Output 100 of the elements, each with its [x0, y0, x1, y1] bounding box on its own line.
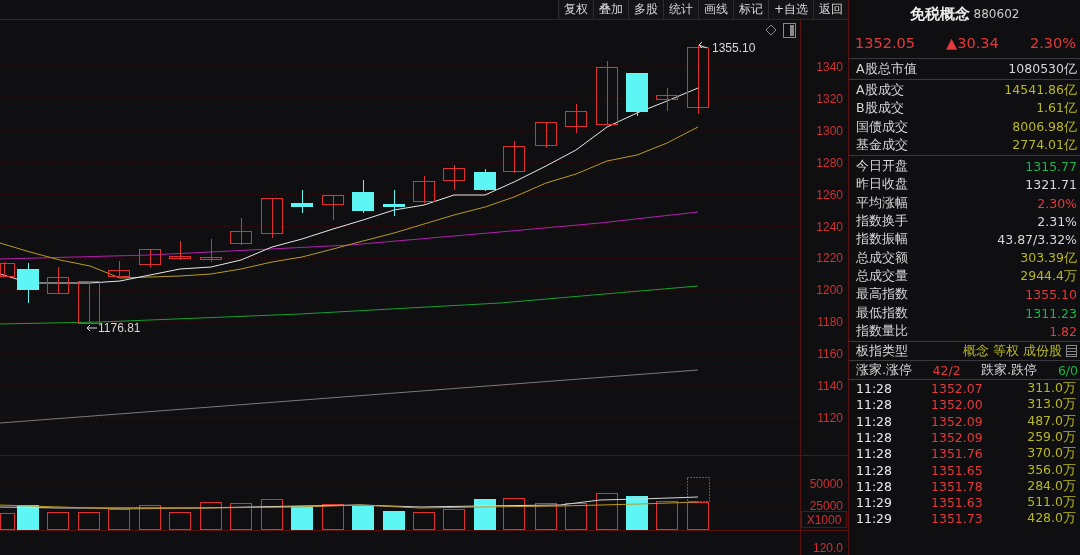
stat-label: 国债成交 — [856, 118, 908, 136]
stat-label: 板指类型 — [856, 342, 908, 360]
volume-bar — [626, 496, 648, 530]
price-axis-label: 1260 — [816, 187, 843, 202]
volume-bar — [108, 509, 130, 530]
toolbar-button[interactable]: 统计 — [662, 0, 698, 19]
board-tag: 概念 — [963, 342, 989, 360]
low-price-label: 1176.81 — [98, 321, 141, 335]
price-axis-label: 1300 — [816, 123, 843, 138]
tick-volume: 259.0万 — [1026, 429, 1076, 446]
price-axis-label: 1320 — [816, 91, 843, 106]
volume-bar — [139, 505, 161, 530]
tick-volume: 487.0万 — [1026, 412, 1076, 430]
stat-label: A股成交 — [856, 81, 904, 99]
stat-value: 1311.23 — [1025, 305, 1077, 321]
decliners-label: 跌家.跌停 — [981, 361, 1038, 379]
volume-bar — [47, 512, 69, 530]
stat-label: 平均涨幅 — [856, 194, 908, 212]
price-axis-label: 1280 — [816, 155, 843, 170]
candle — [291, 189, 313, 214]
tick-price: 1352.09 — [931, 413, 984, 429]
tick-volume: 313.0万 — [1026, 396, 1076, 414]
stat-value: 1315.77 — [1025, 159, 1077, 175]
tick-price: 1351.65 — [931, 462, 984, 478]
volume-bar — [78, 512, 100, 530]
volume-bar — [413, 512, 435, 530]
candle — [47, 266, 69, 294]
volume-bar — [291, 506, 313, 530]
candle — [261, 197, 283, 239]
index-code: 880602 — [973, 7, 1020, 21]
stat-value: 1.61亿 — [1036, 100, 1077, 118]
candle — [169, 240, 191, 261]
candle — [230, 217, 252, 246]
volume-bar — [443, 509, 465, 530]
volume-axis-label: 25000 — [809, 499, 843, 513]
stat-value: 1080530亿 — [1008, 60, 1077, 78]
volume-bar — [169, 512, 191, 530]
volume-bar — [383, 511, 405, 530]
tick-time: 11:29 — [856, 511, 894, 527]
candle — [443, 164, 465, 191]
board-tag: 等权 — [993, 342, 1019, 360]
tick-time: 11:28 — [856, 478, 894, 494]
toolbar-button[interactable]: 标记 — [732, 0, 768, 19]
change-percent: 2.30% — [1029, 35, 1076, 51]
volume-bar — [656, 501, 678, 530]
volume-bar — [687, 502, 709, 530]
tick-time: 11:28 — [856, 430, 894, 445]
volume-bar — [503, 498, 525, 530]
tick-volume: 284.0万 — [1026, 477, 1076, 495]
last-price: 1352.05 — [855, 35, 915, 51]
candle — [503, 140, 525, 174]
toolbar-button[interactable]: 叠加 — [592, 0, 628, 19]
toolbar-button[interactable]: 返回 — [813, 0, 848, 19]
tick-price: 1352.09 — [931, 430, 984, 445]
tick-volume: 370.0万 — [1026, 445, 1076, 463]
volume-bar — [352, 506, 374, 530]
volume-projection-outline — [687, 477, 710, 502]
stat-value: 303.39亿 — [1020, 249, 1077, 267]
stat-label: B股成交 — [856, 100, 904, 118]
stat-label: A股总市值 — [856, 60, 917, 78]
advancers-label: 涨家.涨停 — [856, 361, 912, 379]
candle — [383, 189, 405, 217]
stat-value: 43.87/3.32% — [997, 232, 1077, 248]
candle — [108, 260, 130, 279]
stat-value: 1355.10 — [1025, 287, 1077, 303]
diamond-icon[interactable] — [765, 24, 777, 36]
toolbar-button[interactable]: +自选 — [767, 0, 813, 19]
candle — [656, 87, 678, 112]
candle — [17, 262, 39, 304]
arrow-icon — [698, 41, 708, 49]
stat-label: 指数振幅 — [856, 231, 908, 249]
tick-time: 11:28 — [856, 413, 894, 429]
stat-label: 昨日收盘 — [856, 176, 908, 194]
tick-time: 11:28 — [856, 397, 894, 413]
price-axis-label: 1220 — [816, 251, 843, 266]
tick-time: 11:28 — [856, 462, 894, 478]
volume-bar — [0, 513, 15, 530]
stat-label: 今日开盘 — [856, 158, 908, 176]
price-change: ▲30.34 — [946, 35, 999, 51]
price-axis-label: 1120 — [817, 410, 843, 425]
candle — [596, 60, 618, 125]
candle — [200, 238, 222, 263]
tick-price: 1352.07 — [931, 381, 984, 397]
stat-label: 基金成交 — [856, 136, 908, 154]
price-axis-label: 1180 — [817, 315, 843, 330]
volume-bar — [565, 503, 587, 530]
table-icon[interactable] — [1066, 345, 1077, 358]
toolbar-button[interactable]: 画线 — [697, 0, 733, 19]
price-axis-label: 1200 — [816, 283, 843, 298]
toolbar-button[interactable]: 复权 — [557, 0, 593, 19]
candle — [687, 44, 709, 115]
tick-volume: 511.0万 — [1026, 494, 1076, 512]
price-axis-label: 1160 — [817, 347, 843, 362]
stat-value: 2.30% — [1037, 195, 1077, 211]
volume-bar — [230, 503, 252, 530]
panel-toggle-icon[interactable] — [783, 23, 796, 38]
toolbar-button[interactable]: 多股 — [627, 0, 663, 19]
candle — [535, 121, 557, 149]
stat-value: 1321.71 — [1025, 177, 1077, 193]
arrow-icon — [86, 324, 98, 332]
